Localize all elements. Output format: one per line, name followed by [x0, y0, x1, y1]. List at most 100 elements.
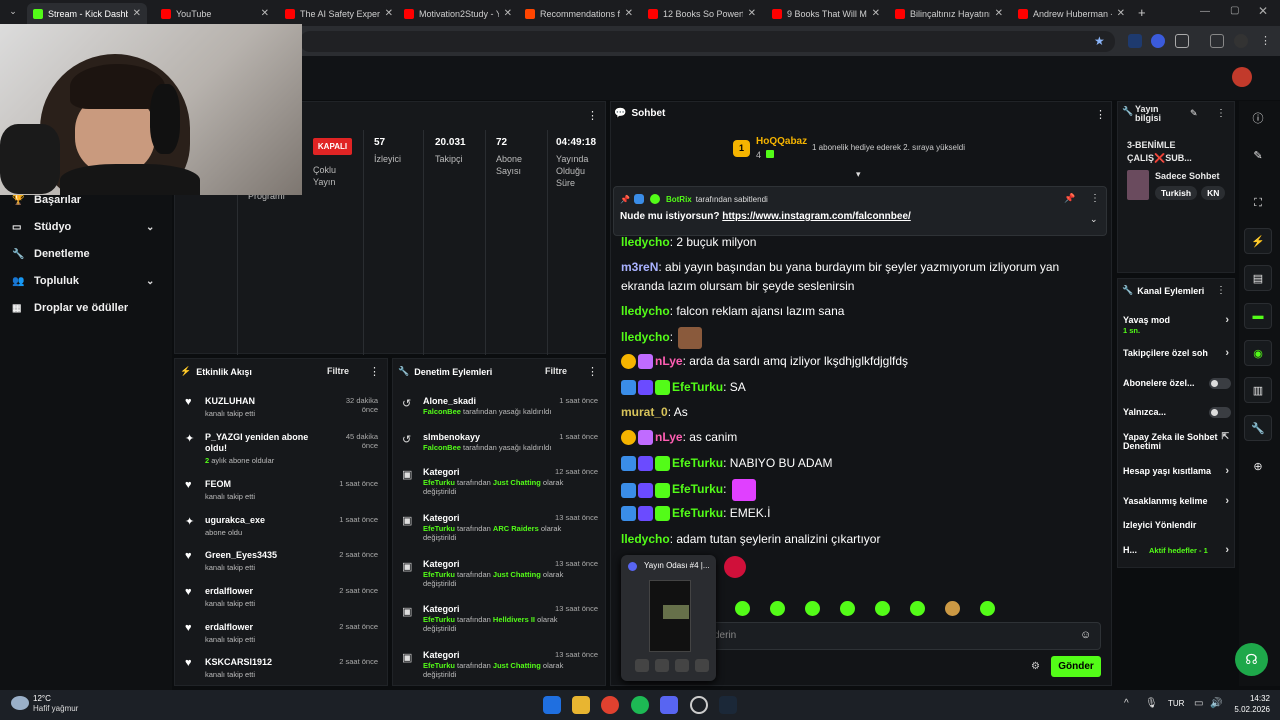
edit-icon[interactable]: ✎: [1190, 108, 1198, 119]
profile-avatar[interactable]: [1234, 34, 1248, 48]
close-tab-icon[interactable]: ✕: [872, 8, 880, 19]
weather-cloud-icon[interactable]: [11, 696, 29, 710]
chat-username[interactable]: lledycho: [621, 304, 670, 318]
send-button[interactable]: Gönder: [1051, 656, 1101, 677]
activity-menu-icon[interactable]: ⋮: [369, 365, 380, 378]
network-icon[interactable]: ▭: [1194, 698, 1203, 709]
emote-icon[interactable]: [945, 601, 960, 616]
close-tab-icon[interactable]: ✕: [133, 8, 141, 19]
hangup-icon[interactable]: [695, 659, 709, 672]
minimize-icon[interactable]: —: [1200, 6, 1210, 17]
chevron-right-icon[interactable]: ›: [1225, 544, 1229, 556]
toggle-switch[interactable]: [1209, 378, 1231, 389]
chevron-down-icon[interactable]: ⌄: [146, 222, 154, 233]
channel-action-item[interactable]: Yalnızca...: [1123, 407, 1231, 432]
emote-icon[interactable]: [805, 601, 820, 616]
activity-filter-button[interactable]: Filtre: [327, 366, 349, 376]
chat-username[interactable]: nLye: [655, 354, 683, 368]
chat-username[interactable]: EfeTurku: [672, 380, 723, 394]
stream-tag[interactable]: KN: [1201, 186, 1226, 200]
close-tab-icon[interactable]: ✕: [261, 8, 269, 19]
collapse-icon[interactable]: ▾: [856, 169, 861, 180]
sidebar-item[interactable]: ▭ Stüdyo ⌄: [12, 221, 162, 233]
unpin-icon[interactable]: 📌: [1064, 193, 1075, 204]
chevron-right-icon[interactable]: ›: [1225, 314, 1229, 326]
clock-date[interactable]: 5.02.2026: [1222, 705, 1270, 714]
pencil-icon[interactable]: ✎: [1244, 142, 1272, 168]
clock-time[interactable]: 14:32: [1232, 694, 1270, 703]
chat-username[interactable]: lledycho: [621, 532, 670, 546]
close-window-icon[interactable]: ✕: [1258, 4, 1268, 18]
browser-tab[interactable]: The AI Safety Expert: ✕: [279, 3, 399, 24]
fullscreen-icon[interactable]: ⛶: [1244, 190, 1272, 216]
emote-icon[interactable]: [910, 601, 925, 616]
chevron-right-icon[interactable]: ›: [1225, 495, 1229, 507]
browser-tab[interactable]: Recommendations fo ✕: [519, 3, 639, 24]
channel-action-item[interactable]: Takipçilere özel soh ›: [1123, 347, 1231, 373]
chrome-icon[interactable]: [601, 696, 619, 714]
channel-action-item[interactable]: Hesap yaşı kısıtlama ›: [1123, 465, 1231, 491]
chat-username[interactable]: EfeTurku: [672, 482, 723, 496]
stats-icon[interactable]: ▥: [1244, 377, 1272, 403]
sidebar-item[interactable]: ▦ Droplar ve ödüller: [12, 302, 162, 314]
emote-icon[interactable]: [875, 601, 890, 616]
language-indicator[interactable]: TUR: [1168, 699, 1184, 708]
emote-icon[interactable]: [840, 601, 855, 616]
plus-icon[interactable]: ⊕: [1244, 453, 1272, 479]
chevron-down-icon[interactable]: ⌄: [146, 276, 154, 287]
mic-icon[interactable]: [655, 659, 669, 672]
close-tab-icon[interactable]: ✕: [385, 8, 393, 19]
file-explorer-icon[interactable]: [572, 696, 590, 714]
chat-settings-icon[interactable]: ⚙: [1031, 661, 1040, 672]
chevron-right-icon[interactable]: ›: [1225, 347, 1229, 359]
pinned-link[interactable]: https://www.instagram.com/falconnbee/: [722, 211, 911, 222]
bolt-icon[interactable]: ⚡: [1244, 228, 1272, 254]
close-tab-icon[interactable]: ✕: [625, 8, 633, 19]
expand-pinned-icon[interactable]: ⌄: [1090, 214, 1098, 225]
channel-action-item[interactable]: Yasaklanmış kelime ›: [1123, 495, 1231, 521]
extension-icon[interactable]: [1128, 34, 1142, 48]
mod-menu-icon[interactable]: ⋮: [587, 365, 598, 378]
chat-username[interactable]: EfeTurku: [672, 456, 723, 470]
new-tab-icon[interactable]: +: [1138, 5, 1146, 20]
extension-icon[interactable]: [1151, 34, 1165, 48]
windows-start-icon[interactable]: [543, 696, 561, 714]
user-avatar[interactable]: [1232, 67, 1252, 87]
mic-icon[interactable]: 🎙: [1145, 698, 1158, 709]
chevron-right-icon[interactable]: ›: [1225, 465, 1229, 477]
info-icon[interactable]: ⓘ: [1244, 105, 1272, 131]
extensions-puzzle-icon[interactable]: [1175, 34, 1189, 48]
emote-icon[interactable]: [980, 601, 995, 616]
sidebar-item[interactable]: 🏆 Başarılar: [12, 194, 162, 206]
channel-actions-menu-icon[interactable]: ⋮: [1216, 285, 1226, 296]
headset-icon[interactable]: [675, 659, 689, 672]
channel-action-item[interactable]: Yavaş mod 1 sn. ›: [1123, 314, 1231, 340]
chat-username[interactable]: m3reN: [621, 260, 658, 274]
channel-action-item[interactable]: İzleyici Yönlendir: [1123, 521, 1231, 545]
pinned-menu-icon[interactable]: ⋮: [1090, 193, 1100, 204]
close-tab-icon[interactable]: ✕: [748, 8, 756, 19]
close-tab-icon[interactable]: ✕: [1117, 8, 1125, 19]
chat-username[interactable]: murat_0: [621, 405, 668, 419]
browser-tab[interactable]: Stream - Kick Dashbo ✕: [27, 3, 147, 24]
stream-tag[interactable]: Turkish: [1155, 186, 1198, 200]
mod-filter-button[interactable]: Filtre: [545, 366, 567, 376]
app-preview-popup[interactable]: Yayın Odası #4 |...: [621, 555, 716, 681]
emote-icon[interactable]: [770, 601, 785, 616]
chat-username[interactable]: nLye: [655, 430, 683, 444]
steam-icon[interactable]: [719, 696, 737, 714]
chat-username[interactable]: lledycho: [621, 235, 670, 249]
panel-menu-icon[interactable]: ⋮: [587, 109, 598, 122]
emote-icon[interactable]: [735, 601, 750, 616]
stream-info-menu-icon[interactable]: ⋮: [1216, 108, 1226, 119]
channel-action-item[interactable]: Abonelere özel...: [1123, 378, 1231, 403]
more-menu-icon[interactable]: ⋮: [1260, 34, 1271, 47]
browser-tab[interactable]: Motivation2Study - Y ✕: [398, 3, 518, 24]
toggle-switch[interactable]: [1209, 407, 1231, 418]
wrench-icon[interactable]: 🔧: [1244, 415, 1272, 441]
close-tab-icon[interactable]: ✕: [995, 8, 1003, 19]
browser-tab[interactable]: Bilinçaltınız Hayatınız ✕: [889, 3, 1009, 24]
camera-icon[interactable]: [635, 659, 649, 672]
browser-tab[interactable]: 12 Books So Powerfu ✕: [642, 3, 762, 24]
channel-action-item[interactable]: Yapay Zeka ile Sohbet Denetimi ⇱: [1123, 431, 1231, 457]
